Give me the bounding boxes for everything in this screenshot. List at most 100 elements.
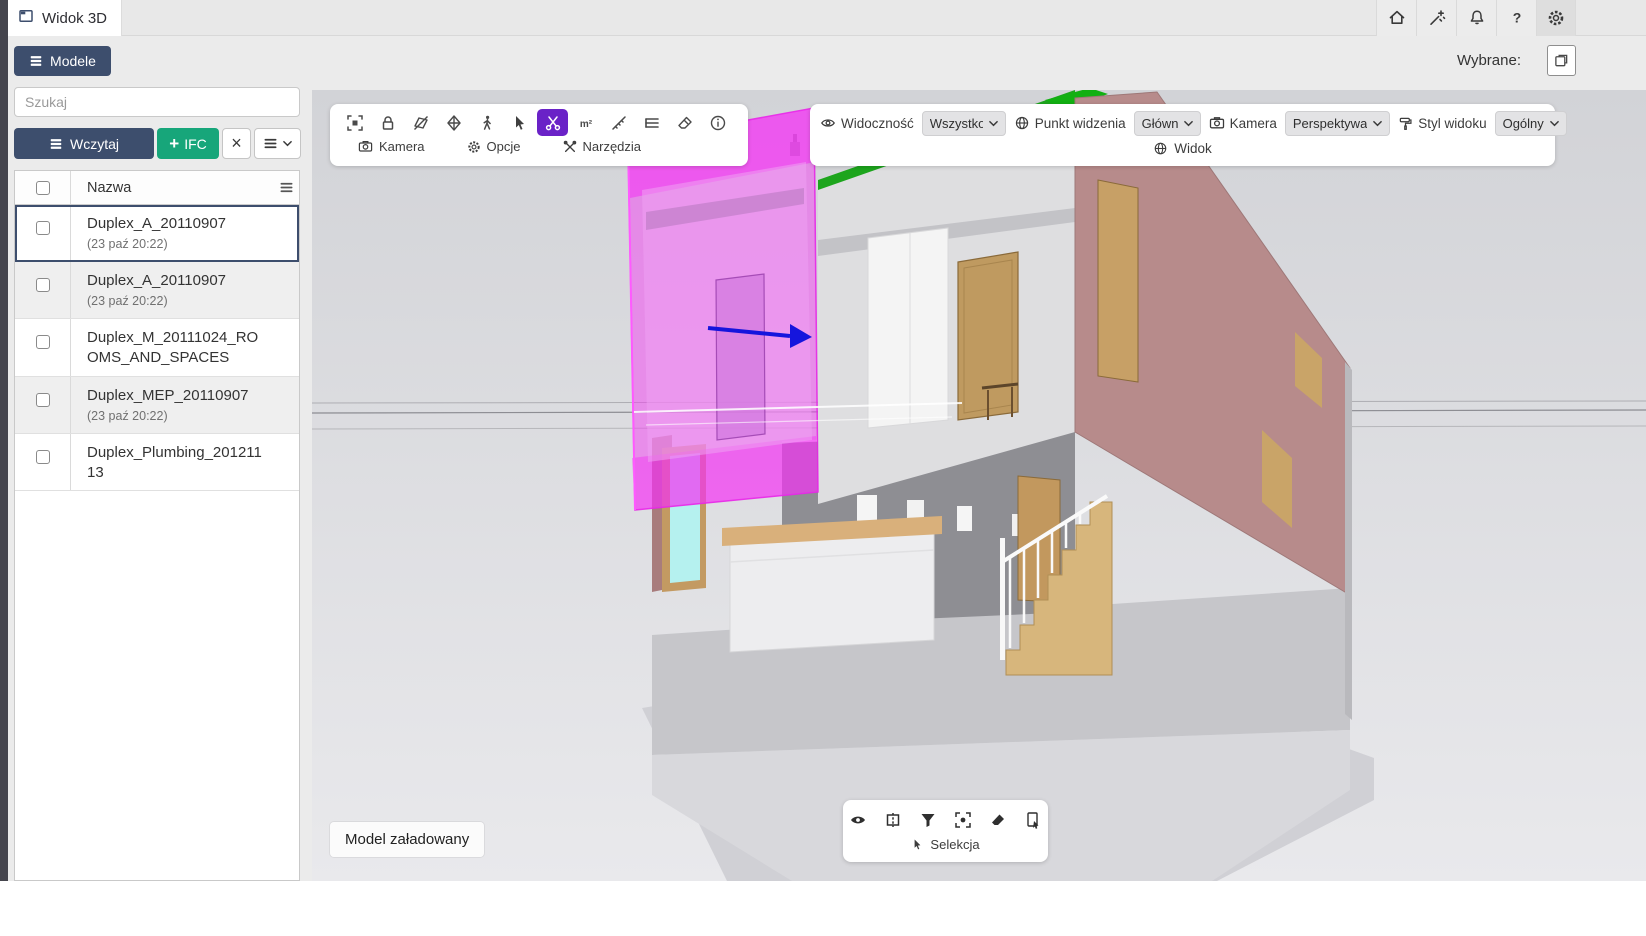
gear-icon [467,140,481,154]
3d-scene[interactable] [312,90,1646,881]
model-name: Duplex_M_20111024_ROOMS_AND_SPACES [87,328,269,369]
model-name: Duplex_A_20110907 [87,271,269,291]
help-button[interactable]: ? [1496,0,1536,36]
row-checkbox[interactable] [36,450,50,464]
model-name: Duplex_A_20110907 [87,214,269,234]
models-button-label: Modele [50,53,96,69]
section-cut-button[interactable] [537,109,568,136]
levels-button[interactable] [636,109,667,136]
model-date: (23 paź 20:22) [87,237,289,251]
table-row[interactable]: Duplex_A_20110907 (23 paź 20:22) [15,262,299,319]
add-ifc-button[interactable]: + IFC [157,128,219,159]
filter-icon [919,811,937,829]
visibility-eye-icon [849,811,867,829]
magic-wand-button[interactable] [1416,0,1456,36]
chevron-down-icon [1550,120,1559,127]
viewpoint-group[interactable]: Punkt widzenia [1014,115,1126,131]
info-icon [709,114,727,132]
measure-area-icon: m² [577,114,595,132]
visibility-label: Widoczność [841,116,914,131]
model-date: (23 paź 20:22) [87,409,289,423]
plus-icon: + [169,135,179,152]
viewpoint-value: Główny [1142,116,1178,131]
view-menu-button[interactable]: Widok [810,138,1555,156]
walk-button[interactable] [471,109,502,136]
home-icon [1388,9,1406,27]
notifications-button[interactable] [1456,0,1496,36]
clear-selection-button[interactable] [984,806,1013,833]
section-box-button[interactable] [878,806,907,833]
options-menu-button[interactable]: Opcje [467,139,521,154]
tab-widok-3d[interactable]: Widok 3D [8,0,122,36]
visibility-toggle-button[interactable] [843,806,872,833]
measure-area-button[interactable]: m² [570,109,601,136]
load-button[interactable]: Wczytaj [14,128,154,159]
clear-selection-icon [989,811,1007,829]
focus-button[interactable] [949,806,978,833]
clip-disable-button[interactable] [405,109,436,136]
3d-viewport[interactable]: m² [312,90,1646,881]
selected-label: Wybrane: [1457,52,1521,69]
view-style-value: Ogólny [1503,116,1544,131]
tools-menu-button[interactable]: Narzędzia [563,139,642,154]
table-row[interactable]: Duplex_M_20111024_ROOMS_AND_SPACES [15,319,299,377]
bim-viewer-app: Widok 3D ? Modele Wybrane: [0,0,1646,936]
row-checkbox[interactable] [36,335,50,349]
left-edge-strip [0,0,8,881]
search-input[interactable] [14,87,300,117]
view-style-group[interactable]: Styl widoku [1398,116,1486,131]
row-checkbox[interactable] [36,393,50,407]
row-checkbox[interactable] [36,221,50,235]
selection-tools-row [843,800,1048,833]
tools-menu-label: Narzędzia [583,139,642,154]
eraser-icon [676,114,694,132]
eraser-button[interactable] [669,109,700,136]
table-row[interactable]: Duplex_MEP_20110907 (23 paź 20:22) [15,377,299,434]
tab-bar: Widok 3D ? [8,0,1646,36]
zoom-extents-button[interactable] [339,109,370,136]
select-document-button[interactable] [1019,806,1048,833]
home-button[interactable] [1376,0,1416,36]
select-all-checkbox[interactable] [36,181,50,195]
filter-button[interactable] [913,806,942,833]
section-box-icon [884,811,902,829]
models-button[interactable]: Modele [14,46,111,76]
notifications-icon [1468,9,1486,27]
settings-button[interactable] [1536,0,1576,36]
ifc-button-label: IFC [184,136,207,152]
camera-dropdown[interactable]: Perspektywa [1285,111,1390,136]
visibility-dropdown[interactable]: Wszystko [922,111,1006,136]
column-menu-button[interactable] [273,180,299,195]
camera-menu-button[interactable]: Kamera [358,139,425,154]
list-menu-button[interactable] [254,128,301,159]
selection-panel-toggle[interactable] [1547,45,1576,76]
panel-icon [1554,53,1569,68]
clear-models-button[interactable]: × [222,128,251,159]
layers-icon [29,54,43,68]
view-style-dropdown[interactable]: Ogólny [1495,111,1567,136]
visibility-group[interactable]: Widoczność [820,115,914,131]
model-date: (23 paź 20:22) [87,294,289,308]
lock-button[interactable] [372,109,403,136]
selection-mode-button[interactable]: Selekcja [843,833,1048,852]
svg-text:m²: m² [579,119,592,130]
cube-button[interactable] [438,109,469,136]
table-row[interactable]: Duplex_Plumbing_20121113 [15,434,299,492]
view-controls-row: Widoczność Wszystko Punkt widzenia Główn… [810,104,1555,138]
chevron-down-icon [989,120,998,127]
viewpoint-dropdown[interactable]: Główny [1134,111,1201,136]
cursor-icon [911,838,924,851]
measure-length-button[interactable] [603,109,634,136]
info-button[interactable] [702,109,733,136]
viewpoint-label: Punkt widzenia [1035,116,1126,131]
table-row[interactable]: Duplex_A_20110907 (23 paź 20:22) [15,205,299,262]
tools-row: m² [330,104,748,137]
row-checkbox[interactable] [36,278,50,292]
select-button[interactable] [504,109,535,136]
topbar-icon-buttons: ? [1376,0,1576,36]
camera-group[interactable]: Kamera [1209,115,1277,131]
name-column-header: Nazwa [71,180,273,196]
camera-menu-label: Kamera [379,139,425,154]
selection-toolbar: Selekcja [843,800,1048,862]
models-table: Nazwa Duplex_A_20110907 (23 paź 20:22) D… [14,170,300,881]
